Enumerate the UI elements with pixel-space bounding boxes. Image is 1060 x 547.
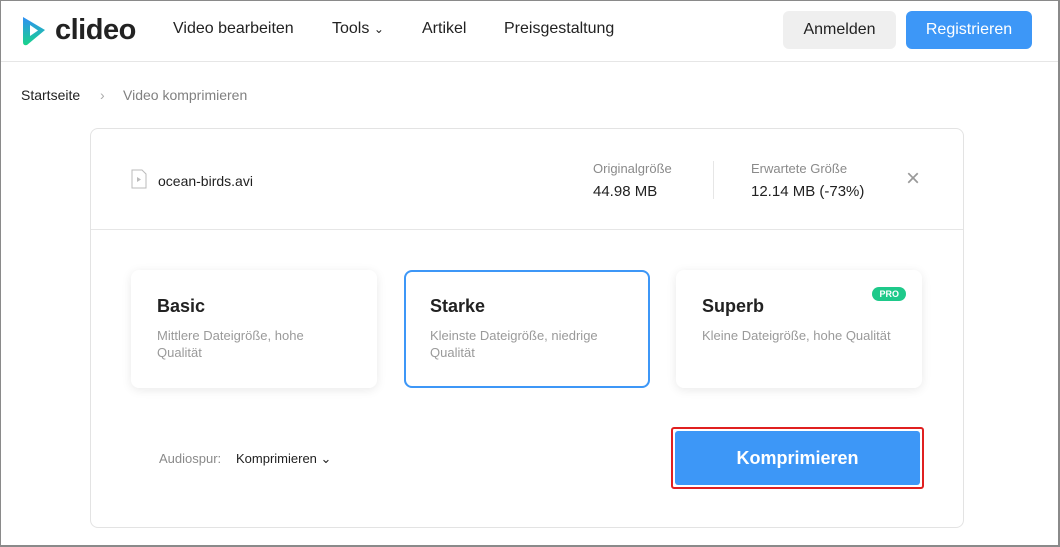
window-frame [0, 0, 1060, 547]
